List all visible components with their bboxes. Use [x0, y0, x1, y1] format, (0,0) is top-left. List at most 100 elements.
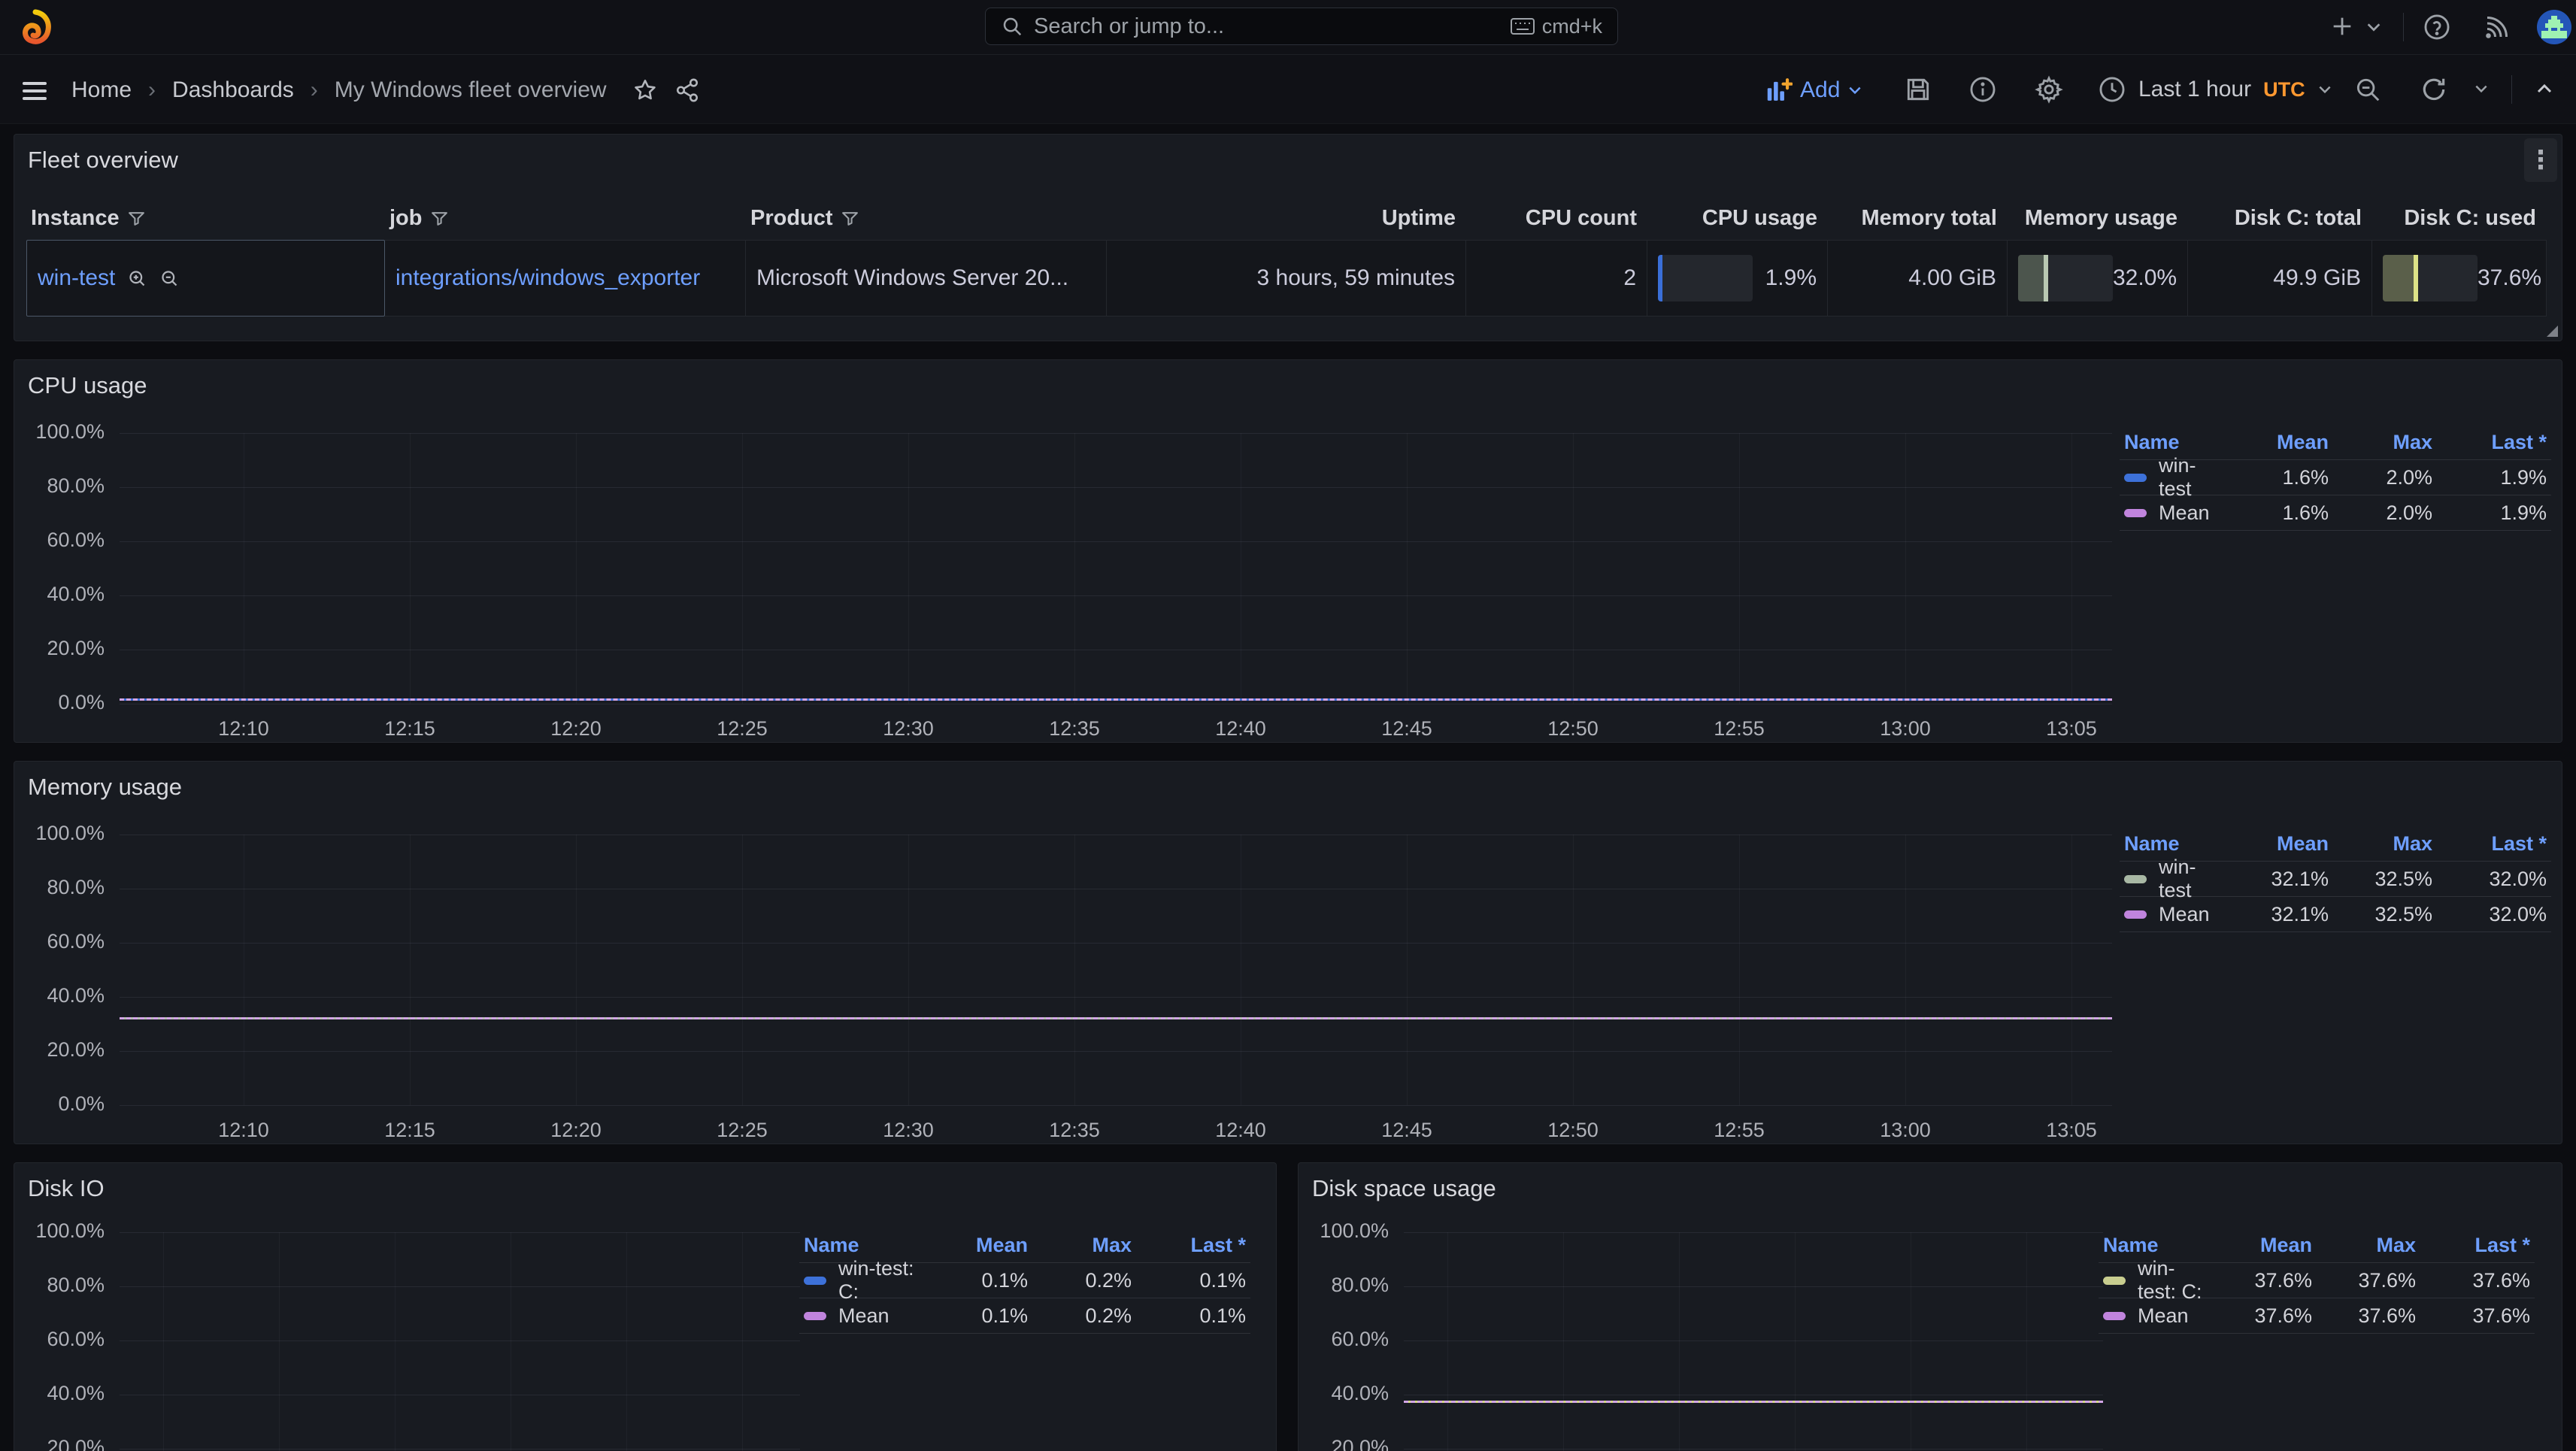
topnav-divider — [2403, 13, 2404, 41]
add-new-icon[interactable] — [2329, 14, 2355, 39]
disk-space-usage-chart[interactable]: 100.0%80.0%60.0%40.0%20.0%0.0% — [1404, 1232, 2103, 1451]
toolbar-divider — [2511, 75, 2512, 104]
add-new-caret-icon[interactable] — [2365, 21, 2382, 33]
panel-title[interactable]: Memory usage — [28, 774, 182, 801]
share-icon[interactable] — [674, 77, 700, 103]
search-placeholder: Search or jump to... — [1034, 14, 1500, 39]
instance-link[interactable]: win-test — [38, 265, 115, 291]
col-header-memory-total[interactable]: Memory total — [1828, 206, 2008, 235]
cpu-usage-gauge — [1658, 255, 1753, 301]
zoom-out-time-icon[interactable] — [2353, 75, 2382, 104]
disk-used-gauge — [2383, 255, 2478, 301]
series-swatch — [804, 1277, 826, 1285]
col-header-uptime[interactable]: Uptime — [1107, 206, 1466, 235]
favorite-star-icon[interactable] — [632, 77, 658, 103]
uptime-cell: 3 hours, 59 minutes — [1107, 240, 1466, 317]
legend-row[interactable]: Mean 0.1% 0.2% 0.1% — [799, 1298, 1250, 1334]
series-swatch — [2124, 474, 2147, 482]
legend-row[interactable]: Mean 37.6% 37.6% 37.6% — [2099, 1298, 2535, 1334]
time-range-label: Last 1 hour — [2138, 77, 2251, 102]
col-header-memory-usage[interactable]: Memory usage — [2008, 206, 2188, 235]
col-header-product[interactable]: Product — [746, 206, 1107, 235]
clock-icon — [2098, 75, 2126, 104]
legend-row[interactable]: win-test 1.6% 2.0% 1.9% — [2120, 460, 2551, 495]
series-swatch — [2124, 910, 2147, 919]
cpu-usage-panel: CPU usage 100.0%80.0%60.0%40.0%20.0%0.0%… — [14, 359, 2562, 743]
dashboard-settings-icon[interactable] — [2035, 75, 2063, 104]
time-caret-icon — [2317, 84, 2332, 95]
cpu-usage-cell: 1.9% — [1647, 240, 1828, 317]
col-header-instance[interactable]: Instance — [26, 206, 385, 235]
menu-toggle-button[interactable] — [23, 77, 47, 105]
fleet-overview-panel: Fleet overview ⋮ Instance job Product Up… — [14, 134, 2562, 341]
legend-row[interactable]: win-test: C: 37.6% 37.6% 37.6% — [2099, 1263, 2535, 1298]
cpu-usage-chart[interactable]: 100.0%80.0%60.0%40.0%20.0%0.0%12:1012:15… — [120, 433, 2112, 704]
disk-io-chart[interactable]: 100.0%80.0%60.0%40.0%20.0%0.0% — [120, 1232, 800, 1451]
breadcrumb-separator: › — [311, 77, 318, 103]
refresh-icon[interactable] — [2420, 75, 2448, 104]
col-header-disk-total[interactable]: Disk C: total — [2188, 206, 2372, 235]
save-dashboard-icon[interactable] — [1904, 75, 1932, 104]
product-cell: Microsoft Windows Server 20... — [746, 240, 1107, 317]
time-range-picker[interactable]: Last 1 hour UTC — [2098, 75, 2332, 104]
user-avatar[interactable] — [2537, 10, 2571, 44]
breadcrumb-home[interactable]: Home — [71, 77, 132, 103]
col-header-job[interactable]: job — [385, 206, 746, 235]
disk-io-panel: Disk IO 100.0%80.0%60.0%40.0%20.0%0.0% N… — [14, 1162, 1277, 1451]
memory-usage-cell: 32.0% — [2008, 240, 2188, 317]
add-chart-icon — [1765, 77, 1793, 103]
panel-menu-icon[interactable]: ⋮ — [2524, 138, 2557, 182]
search-input[interactable]: Search or jump to... cmd+k — [985, 8, 1618, 45]
disk-space-usage-panel: Disk space usage 100.0%80.0%60.0%40.0%20… — [1298, 1162, 2562, 1451]
collapse-topbar-icon[interactable] — [2535, 82, 2553, 95]
search-shortcut: cmd+k — [1511, 15, 1602, 38]
legend-row[interactable]: win-test 32.1% 32.5% 32.0% — [2120, 862, 2551, 897]
memory-usage-chart[interactable]: 100.0%80.0%60.0%40.0%20.0%0.0%12:1012:15… — [120, 835, 2112, 1105]
disk-io-legend: Name Mean Max Last * win-test: C: 0.1% 0… — [799, 1228, 1250, 1334]
help-icon[interactable] — [2423, 13, 2451, 41]
panel-title[interactable]: Disk IO — [28, 1175, 105, 1202]
filter-icon — [841, 209, 859, 228]
refresh-interval-caret-icon[interactable] — [2474, 83, 2489, 94]
filter-icon — [127, 209, 146, 228]
add-panel-button[interactable]: Add — [1765, 77, 1862, 103]
memory-usage-gauge — [2018, 255, 2113, 301]
breadcrumb: Home › Dashboards › My Windows fleet ove… — [71, 77, 700, 103]
instance-cell[interactable]: win-test — [26, 240, 385, 317]
series-swatch — [804, 1312, 826, 1320]
memory-legend: Name Mean Max Last * win-test 32.1% 32.5… — [2120, 826, 2551, 932]
cpu-count-cell: 2 — [1466, 240, 1647, 317]
zoom-in-icon[interactable] — [127, 268, 147, 289]
series-swatch — [2103, 1277, 2126, 1285]
panel-title[interactable]: Fleet overview — [28, 147, 178, 174]
breadcrumb-current-page: My Windows fleet overview — [335, 77, 607, 103]
breadcrumb-separator: › — [148, 77, 156, 103]
panel-title[interactable]: CPU usage — [28, 372, 147, 399]
panel-resize-handle[interactable] — [2547, 326, 2558, 337]
memory-total-cell: 4.00 GiB — [1828, 240, 2008, 317]
fleet-table-row: win-test integrations/windows_exporter M… — [26, 240, 2547, 317]
filter-icon — [430, 209, 449, 228]
legend-row[interactable]: Mean 1.6% 2.0% 1.9% — [2120, 495, 2551, 531]
col-header-cpu-count[interactable]: CPU count — [1466, 206, 1647, 235]
legend-row[interactable]: Mean 32.1% 32.5% 32.0% — [2120, 897, 2551, 932]
news-rss-icon[interactable] — [2483, 14, 2510, 41]
col-header-cpu-usage[interactable]: CPU usage — [1647, 206, 1828, 235]
disk-space-legend: Name Mean Max Last * win-test: C: 37.6% … — [2099, 1228, 2535, 1334]
timezone-label: UTC — [2263, 78, 2305, 101]
fleet-table-header: Instance job Product Uptime CPU count CP… — [26, 199, 2547, 235]
breadcrumb-dashboards[interactable]: Dashboards — [172, 77, 294, 103]
add-caret-icon — [1847, 85, 1862, 95]
keyboard-icon — [1511, 18, 1535, 35]
zoom-out-icon[interactable] — [159, 268, 180, 289]
memory-usage-panel: Memory usage 100.0%80.0%60.0%40.0%20.0%0… — [14, 761, 2562, 1144]
legend-row[interactable]: win-test: C: 0.1% 0.2% 0.1% — [799, 1263, 1250, 1298]
grafana-logo[interactable] — [18, 9, 53, 47]
col-header-disk-used[interactable]: Disk C: used — [2372, 206, 2547, 235]
disk-total-cell: 49.9 GiB — [2188, 240, 2372, 317]
dashboard-toolbar: Home › Dashboards › My Windows fleet ove… — [0, 55, 2576, 124]
panel-title[interactable]: Disk space usage — [1312, 1175, 1496, 1202]
dashboard-insights-icon[interactable] — [1968, 75, 1997, 104]
series-swatch — [2124, 509, 2147, 517]
job-cell[interactable]: integrations/windows_exporter — [385, 240, 746, 317]
